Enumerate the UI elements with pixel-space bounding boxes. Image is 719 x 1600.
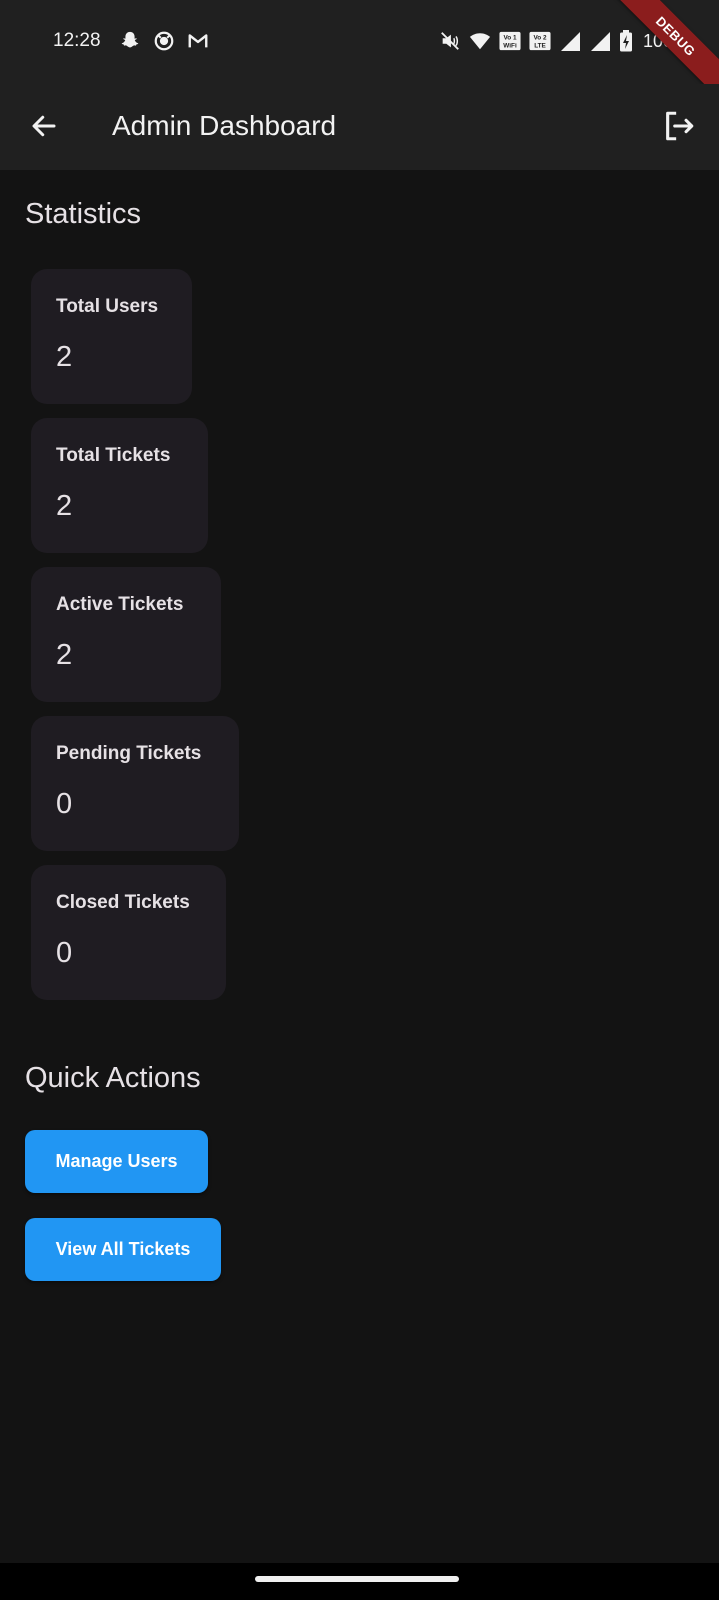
- statistics-heading: Statistics: [25, 198, 142, 230]
- view-all-tickets-button[interactable]: View All Tickets: [25, 1218, 221, 1281]
- page-title: Admin Dashboard: [112, 110, 337, 141]
- logout-icon: [666, 111, 694, 141]
- stat-value: 2: [56, 341, 73, 373]
- vowifi-line2: WiFi: [503, 42, 517, 49]
- status-time: 12:28: [53, 30, 101, 51]
- gmail-icon: [187, 30, 209, 52]
- battery-charging-icon: [619, 30, 633, 52]
- stat-value: 2: [56, 490, 73, 522]
- arrow-back-icon: [32, 115, 56, 137]
- stat-card-pending-tickets: Pending Tickets 0: [31, 716, 239, 851]
- mute-icon: [439, 30, 461, 52]
- vowifi-icon: Vo 1 WiFi: [499, 30, 521, 52]
- status-right: Vo 1 WiFi Vo 2 LTE 100%: [439, 30, 689, 52]
- snapchat-icon: [119, 30, 141, 52]
- stat-label: Total Users: [56, 296, 159, 317]
- stat-card-total-users: Total Users 2: [31, 269, 192, 404]
- stat-card-active-tickets: Active Tickets 2: [31, 567, 221, 702]
- vowifi-line1: Vo 1: [503, 35, 516, 42]
- back-button[interactable]: [26, 108, 62, 144]
- stat-value: 0: [56, 788, 73, 820]
- volte-line1: Vo 2: [533, 35, 546, 42]
- status-bar: 12:28 Vo 1 WiFi Vo 2 LTE: [0, 0, 719, 84]
- home-gesture-handle[interactable]: [255, 1576, 459, 1582]
- stat-label: Active Tickets: [56, 594, 184, 615]
- stat-label: Total Tickets: [56, 445, 171, 466]
- volte-icon: Vo 2 LTE: [529, 30, 551, 52]
- github-icon: [153, 30, 175, 52]
- signal-icon: [589, 30, 611, 52]
- stat-label: Pending Tickets: [56, 743, 202, 764]
- status-left: 12:28: [53, 30, 221, 52]
- wifi-icon: [469, 30, 491, 52]
- quick-actions-heading: Quick Actions: [25, 1062, 201, 1094]
- navigation-bar: [0, 1563, 719, 1600]
- app-bar: Admin Dashboard: [0, 84, 719, 170]
- signal-icon: [559, 30, 581, 52]
- stat-label: Closed Tickets: [56, 892, 190, 913]
- volte-line2: LTE: [534, 42, 546, 49]
- stat-value: 0: [56, 937, 73, 969]
- stat-card-total-tickets: Total Tickets 2: [31, 418, 208, 553]
- stat-value: 2: [56, 639, 73, 671]
- logout-button[interactable]: [659, 106, 699, 146]
- stat-card-closed-tickets: Closed Tickets 0: [31, 865, 226, 1000]
- manage-users-button[interactable]: Manage Users: [25, 1130, 208, 1193]
